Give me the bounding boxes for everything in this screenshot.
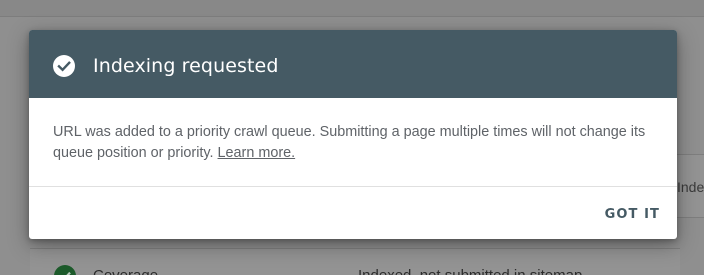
check-circle-icon	[53, 55, 75, 77]
background-row-label: Coverage	[93, 267, 158, 275]
background-status-row: Coverage Indexed, not submitted in sitem…	[30, 248, 680, 275]
dialog-header: Indexing requested	[29, 30, 677, 98]
dialog-body: URL was added to a priority crawl queue.…	[29, 98, 677, 186]
dialog-title: Indexing requested	[93, 55, 279, 77]
background-row-value: Indexed, not submitted in sitemap	[358, 267, 582, 275]
dialog-message-paragraph: URL was added to a priority crawl queue.…	[53, 122, 663, 164]
dialog-footer: GOT IT	[29, 187, 677, 239]
dialog-message: URL was added to a priority crawl queue.…	[53, 124, 646, 161]
indexing-requested-dialog: Indexing requested URL was added to a pr…	[29, 30, 677, 239]
got-it-button[interactable]: GOT IT	[597, 196, 668, 232]
learn-more-link[interactable]: Learn more.	[218, 145, 296, 161]
check-circle-icon	[54, 265, 76, 275]
background-card-text: Indexing	[677, 179, 704, 195]
background-top-bar	[0, 0, 704, 17]
